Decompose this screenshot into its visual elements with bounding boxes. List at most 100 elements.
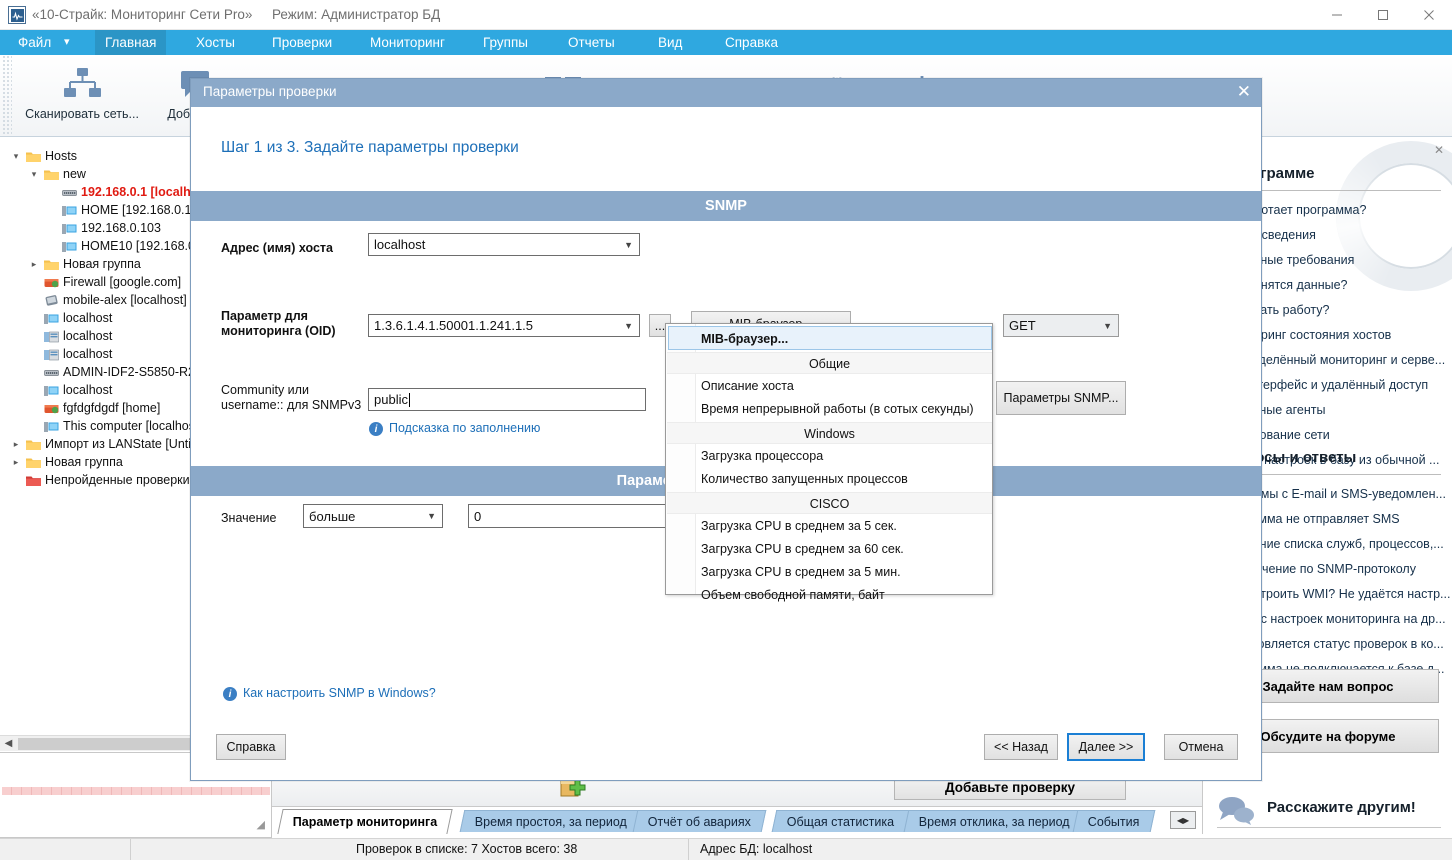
- tab-downtime-period[interactable]: Время простоя, за период: [459, 810, 643, 832]
- tree-node-label: localhost: [63, 329, 113, 343]
- scroll-left-icon[interactable]: ◀: [2, 737, 15, 750]
- application-window: «10-Страйк: Мониторинг Сети Pro» Режим: …: [0, 0, 1452, 860]
- tree-node[interactable]: localhost: [0, 310, 112, 327]
- menu-item-monitoring[interactable]: Мониторинг: [360, 30, 455, 55]
- chevron-down-icon[interactable]: ▼: [624, 240, 633, 250]
- menu-item-view[interactable]: Вид: [648, 30, 692, 55]
- chevron-down-icon[interactable]: ▾: [64, 30, 70, 55]
- monitor-icon: [60, 238, 78, 255]
- dropdown-item[interactable]: Загрузка CPU в среднем за 5 мин.: [697, 562, 992, 583]
- tree-node[interactable]: localhost: [0, 346, 112, 363]
- cancel-button[interactable]: Отмена: [1164, 734, 1238, 760]
- switch-icon: [60, 184, 78, 201]
- close-button[interactable]: [1406, 0, 1452, 30]
- menu-item-main[interactable]: Главная: [95, 30, 167, 55]
- tree-node[interactable]: 192.168.0.1 [localhost]: [0, 184, 214, 201]
- chevron-down-icon[interactable]: ▼: [624, 321, 633, 331]
- section-header-snmp: SNMP: [191, 191, 1261, 221]
- tree-node[interactable]: ▸ Новая группа: [0, 454, 123, 471]
- tab-response-time-period[interactable]: Время отклика, за период: [903, 810, 1086, 832]
- help-button[interactable]: Справка: [216, 734, 286, 760]
- tree-node[interactable]: localhost: [0, 382, 112, 399]
- monitor-icon: [42, 418, 60, 435]
- scrollbar-thumb[interactable]: [18, 738, 198, 750]
- menu-item-hosts[interactable]: Хосты: [186, 30, 245, 55]
- oid-dropdown-popup[interactable]: MIB-браузер... Общие Описание хоста Время …: [665, 323, 993, 602]
- threshold-value: 0: [474, 508, 482, 524]
- tree-node-label: new: [63, 167, 86, 181]
- folder-icon: [42, 256, 60, 273]
- tab-monitoring-parameter[interactable]: Параметр мониторинга: [277, 809, 454, 834]
- tree-node[interactable]: Непройденные проверки: [0, 472, 190, 489]
- maximize-button[interactable]: [1360, 0, 1406, 30]
- menu-item-help[interactable]: Справка: [715, 30, 788, 55]
- chevron-down-icon[interactable]: ▼: [1103, 321, 1112, 331]
- tree-node[interactable]: Firewall [google.com]: [0, 274, 181, 291]
- tree-node[interactable]: ▸ Новая группа: [0, 256, 141, 273]
- dropdown-group-header: Windows: [667, 422, 992, 444]
- tree-node[interactable]: 192.168.0.103: [0, 220, 161, 237]
- tree-node-label: Новая группа: [45, 455, 123, 469]
- ribbon-label-scan-network: Сканировать сеть...: [25, 107, 139, 121]
- dropdown-item[interactable]: Объем свободной памяти, байт: [697, 585, 992, 606]
- tab-events[interactable]: События: [1072, 810, 1155, 832]
- twisty-down-icon[interactable]: ▾: [8, 148, 24, 165]
- twisty-right-icon[interactable]: ▸: [8, 436, 24, 453]
- dropdown-item[interactable]: Загрузка CPU в среднем за 60 сек.: [697, 539, 992, 560]
- menu-item-groups[interactable]: Группы: [473, 30, 538, 55]
- dropdown-item[interactable]: Загрузка процессора: [697, 446, 992, 467]
- server-icon: [42, 346, 60, 363]
- tree-node[interactable]: HOME [192.168.0.100]: [0, 202, 209, 219]
- tree-node-label: 192.168.0.103: [81, 221, 161, 235]
- tree-node[interactable]: ▸ Импорт из LANState [Untitled]: [0, 436, 215, 453]
- tree-node[interactable]: mobile-alex [localhost]: [0, 292, 187, 309]
- tab-incident-report[interactable]: Отчёт об авариях: [632, 810, 767, 832]
- ribbon-grip: [2, 55, 12, 137]
- menu-item-reports[interactable]: Отчеты: [558, 30, 625, 55]
- twisty-right-icon[interactable]: ▸: [8, 454, 24, 471]
- tab-scroll-buttons[interactable]: ◀▶: [1170, 811, 1196, 829]
- fill-hint-link[interactable]: Подсказка по заполнению: [389, 421, 540, 435]
- snmp-parameters-button[interactable]: Параметры SNMP...: [996, 381, 1126, 415]
- menu-item-file[interactable]: Файл: [8, 30, 61, 55]
- dropdown-item-mib-browser[interactable]: MIB-браузер...: [668, 326, 992, 350]
- dropdown-item[interactable]: Время непрерывной работы (в сотых секунд…: [697, 399, 992, 420]
- ribbon-button-scan-network[interactable]: Сканировать сеть...: [18, 63, 146, 121]
- dropdown-item[interactable]: Описание хоста: [697, 376, 992, 397]
- chevron-down-icon[interactable]: ▼: [427, 511, 436, 521]
- tree-node[interactable]: This computer [localhost]: [0, 418, 202, 435]
- speech-bubbles-icon: [1217, 795, 1259, 828]
- tree-node[interactable]: ▾ new: [0, 166, 86, 183]
- tab-label: События: [1087, 815, 1140, 829]
- snmp-windows-help-link[interactable]: Как настроить SNMP в Windows?: [243, 686, 436, 700]
- tree-node-label: Непройденные проверки: [45, 473, 190, 487]
- status-db-address: Адрес БД: localhost: [700, 842, 813, 856]
- wizard-step-text: Шаг 1 из 3. Задайте параметры проверки: [221, 139, 519, 156]
- menu-item-checks[interactable]: Проверки: [262, 30, 342, 55]
- minimize-button[interactable]: [1314, 0, 1360, 30]
- tab-label: Время отклика, за период: [918, 815, 1070, 829]
- next-button[interactable]: Далее >>: [1067, 733, 1145, 761]
- oid-combobox[interactable]: 1.3.6.1.4.1.50001.1.241.1.5 ▼: [368, 314, 640, 337]
- dropdown-item[interactable]: Количество запущенных процессов: [697, 469, 992, 490]
- twisty-down-icon[interactable]: ▾: [26, 166, 42, 183]
- tree-node-label: ADMIN-IDF2-S5850-R2-...: [63, 365, 210, 379]
- twisty-right-icon[interactable]: ▸: [26, 256, 42, 273]
- host-combobox[interactable]: localhost ▼: [368, 233, 640, 256]
- snmp-method-combobox[interactable]: GET ▼: [1003, 314, 1119, 337]
- resize-grip-icon[interactable]: ◢: [257, 818, 265, 831]
- tree-node[interactable]: fgfdgfdgdf [home]: [0, 400, 160, 417]
- back-button[interactable]: << Назад: [984, 734, 1058, 760]
- operator-combobox[interactable]: больше ▼: [303, 504, 443, 528]
- tree-node[interactable]: ADMIN-IDF2-S5850-R2-...: [0, 364, 210, 381]
- tree-node[interactable]: ▾ Hosts: [0, 148, 77, 165]
- tab-general-statistics[interactable]: Общая статистика: [771, 810, 910, 832]
- community-input[interactable]: public: [368, 388, 646, 411]
- tree-node[interactable]: localhost: [0, 328, 112, 345]
- db-mode-label: Режим: Администратор БД: [272, 7, 441, 22]
- help-panel-close-icon[interactable]: ✕: [1434, 143, 1444, 157]
- dialog-close-icon[interactable]: ✕: [1237, 82, 1251, 102]
- dropdown-item[interactable]: Загрузка CPU в среднем за 5 сек.: [697, 516, 992, 537]
